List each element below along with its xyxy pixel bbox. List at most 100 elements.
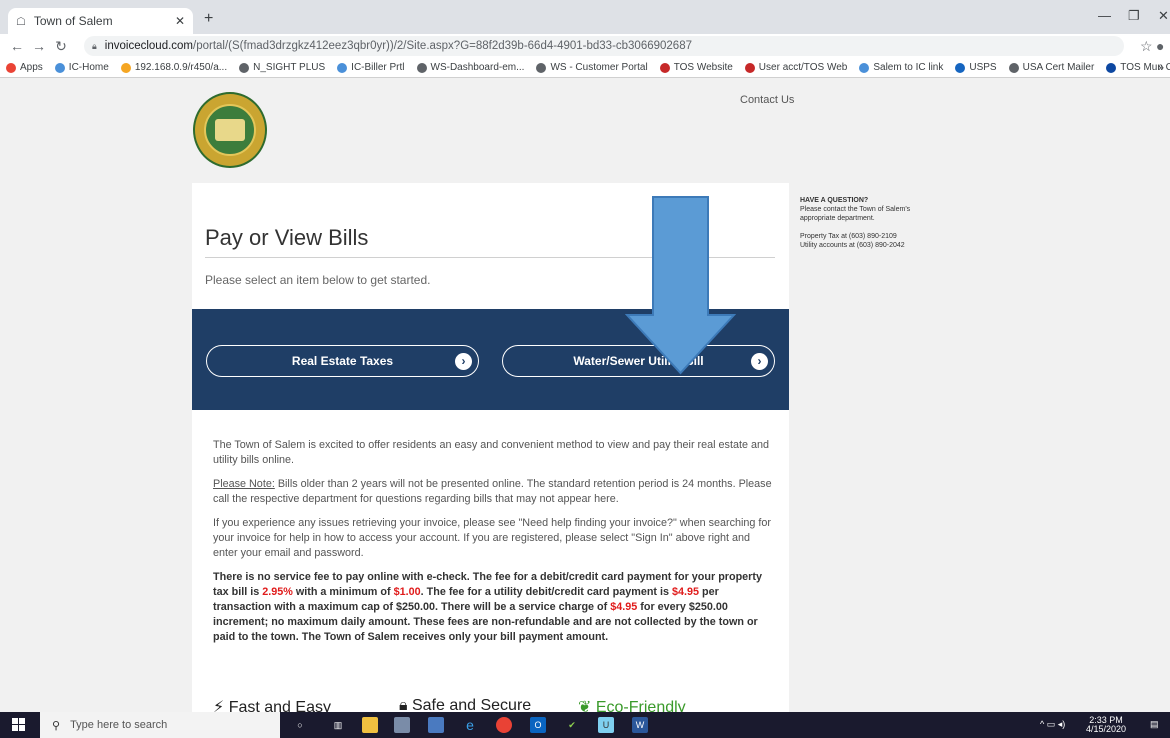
profile-icon[interactable]: ● — [1156, 38, 1164, 54]
windows-start-icon[interactable] — [12, 718, 26, 732]
bookmark-item[interactable]: USA Cert Mailer — [1008, 62, 1095, 73]
bookmark-icon — [337, 62, 348, 73]
new-tab-button[interactable]: + — [204, 10, 213, 28]
app-icon[interactable] — [394, 717, 410, 733]
utility-fee: $4.95 — [672, 586, 700, 598]
bookmarks-bar: Apps IC-Home 192.168.0.9/r450/a... N_SIGHT … — [0, 58, 1170, 78]
safe-and-secure: 🔒︎ Safe and Secure — [399, 697, 531, 712]
tab-title: Town of Salem — [33, 14, 113, 28]
edge-icon[interactable]: e — [462, 717, 478, 733]
eco-friendly: ❦ Eco-Friendly — [578, 697, 686, 712]
bookmark-label: 192.168.0.9/r450/a... — [134, 62, 228, 73]
contact-us-link[interactable]: Contact Us — [740, 94, 794, 106]
back-arrow-icon[interactable]: ← — [6, 38, 28, 54]
town-seal-logo — [193, 92, 267, 168]
bookmark-label: Salem to IC link — [873, 62, 944, 73]
outlook-icon[interactable]: O — [530, 717, 546, 733]
chrome-icon[interactable] — [496, 717, 512, 733]
windows-taskbar: ⚲ Type here to search ○ ▥ e O ✔ U W ^ ▭ … — [0, 712, 1170, 738]
app-icon[interactable]: U — [598, 717, 614, 733]
file-explorer-icon[interactable] — [362, 717, 378, 733]
bookmark-item[interactable]: USPS — [955, 62, 997, 73]
real-estate-taxes-button[interactable]: Real Estate Taxes › — [206, 345, 479, 377]
page-title: Pay or View Bills — [205, 225, 369, 250]
bookmark-label: IC-Biller Prtl — [351, 62, 405, 73]
real-estate-taxes-label: Real Estate Taxes — [291, 354, 394, 368]
note-paragraph: Please Note: Bills older than 2 years wi… — [213, 477, 773, 507]
bookmark-icon — [1008, 62, 1019, 73]
property-tax-phone: Property Tax at (603) 890-2109 — [800, 233, 897, 240]
bookmark-icon — [536, 62, 547, 73]
tray-icons[interactable]: ^ ▭ ◂) — [1040, 720, 1065, 729]
taskbar-search-box[interactable]: ⚲ Type here to search — [40, 712, 280, 738]
bookmark-item[interactable]: TOS Website — [659, 62, 733, 73]
lock-icon: 🔒︎ — [92, 40, 97, 51]
bookmark-item[interactable]: WS - Customer Portal — [536, 62, 648, 73]
fast-and-easy: ⚡︎ Fast and Easy — [213, 697, 331, 712]
fee-minimum: $1.00 — [393, 586, 421, 598]
word-icon[interactable]: W — [632, 717, 648, 733]
bookmark-label: IC-Home — [68, 62, 109, 73]
bookmark-icon — [54, 62, 65, 73]
task-view-icon[interactable]: ▥ — [330, 717, 346, 733]
bookmark-item[interactable]: 192.168.0.9/r450/a... — [120, 62, 228, 73]
lock-icon: 🔒︎ — [399, 697, 408, 712]
bookmark-label: USA Cert Mailer — [1022, 62, 1095, 73]
bookmark-item[interactable]: Salem to IC link — [859, 62, 943, 73]
annotation-down-arrow — [625, 196, 736, 375]
close-tab-icon[interactable]: ✕ — [175, 14, 185, 28]
service-charge: $4.95 — [610, 601, 638, 613]
app-icon[interactable] — [428, 717, 444, 733]
cortana-icon[interactable]: ○ — [292, 717, 308, 733]
intro-paragraph: The Town of Salem is excited to offer re… — [213, 439, 769, 466]
help-sidebar: HAVE A QUESTION? Please contact the Town… — [800, 196, 940, 250]
restore-icon[interactable]: ❐ — [1128, 8, 1140, 24]
chevron-right-icon: › — [455, 353, 472, 370]
search-icon: ⚲ — [52, 719, 61, 732]
eco-friendly-label: Eco-Friendly — [595, 699, 686, 712]
info-text: The Town of Salem is excited to offer re… — [213, 438, 773, 654]
bookmark-label: WS - Customer Portal — [550, 62, 648, 73]
address-bar[interactable]: 🔒︎ invoicecloud.com/portal/(S(fmad3drzgk… — [84, 36, 1124, 56]
bookmark-item[interactable]: IC-Home — [54, 62, 109, 73]
bookmark-star-icon[interactable]: ☆ — [1140, 38, 1153, 55]
bookmark-icon — [416, 62, 427, 73]
chevron-right-icon: › — [751, 353, 768, 370]
fee-paragraph: There is no service fee to pay online wi… — [213, 570, 773, 645]
page-subtitle: Please select an item below to get start… — [205, 273, 431, 287]
bookmark-label: N_SIGHT PLUS — [253, 62, 326, 73]
minimize-icon[interactable]: — — [1098, 8, 1111, 23]
browser-tab[interactable]: ☖ Town of Salem ✕ — [8, 8, 193, 34]
forward-arrow-icon[interactable]: → — [28, 38, 50, 54]
bookmark-item[interactable]: Apps — [6, 62, 43, 73]
reload-icon[interactable]: ↻ — [50, 38, 72, 55]
utility-phone: Utility accounts at (603) 890-2042 — [800, 242, 905, 249]
fee-text: . The fee for a utility debit/credit car… — [420, 586, 673, 598]
help-paragraph: If you experience any issues retrieving … — [213, 517, 772, 559]
fee-percent: 2.95% — [262, 586, 293, 598]
url-host: invoicecloud.com — [104, 40, 194, 52]
site-favicon-icon: ☖ — [16, 15, 26, 28]
notification-icon[interactable]: ▤ — [1150, 720, 1159, 729]
bookmark-item[interactable]: N_SIGHT PLUS — [239, 62, 325, 73]
lightning-icon: ⚡︎ — [213, 699, 225, 712]
note-text: Bills older than 2 years will not be pre… — [213, 478, 772, 505]
bookmark-item[interactable]: IC-Biller Prtl — [337, 62, 405, 73]
system-clock[interactable]: 2:33 PM 4/15/2020 — [1080, 716, 1132, 734]
close-window-icon[interactable]: ✕ — [1158, 8, 1169, 24]
sidebar-text: Please contact the Town of Salem's — [800, 206, 911, 213]
page-viewport: Contact Us Pay or View Bills Please sele… — [0, 78, 1170, 712]
bookmark-label: WS-Dashboard-em... — [430, 62, 525, 73]
sidebar-text: appropriate department. — [800, 215, 875, 222]
fast-and-easy-label: Fast and Easy — [228, 699, 331, 712]
url-path: /portal/(S(fmad3drzgkz412eez3qbr0yr))/2/… — [193, 40, 692, 52]
bookmarks-overflow-button[interactable]: » — [1158, 58, 1164, 78]
bookmark-icon — [659, 62, 670, 73]
bookmark-icon — [859, 62, 870, 73]
bookmark-item[interactable]: WS-Dashboard-em... — [416, 62, 525, 73]
browser-toolbar: ← → ↻ 🔒︎ invoicecloud.com/portal/(S(fmad… — [0, 34, 1170, 58]
bookmark-icon — [239, 62, 250, 73]
bookmark-item[interactable]: User acct/TOS Web — [744, 62, 847, 73]
bookmark-label: TOS Website — [673, 62, 733, 73]
app-icon[interactable]: ✔ — [564, 717, 580, 733]
